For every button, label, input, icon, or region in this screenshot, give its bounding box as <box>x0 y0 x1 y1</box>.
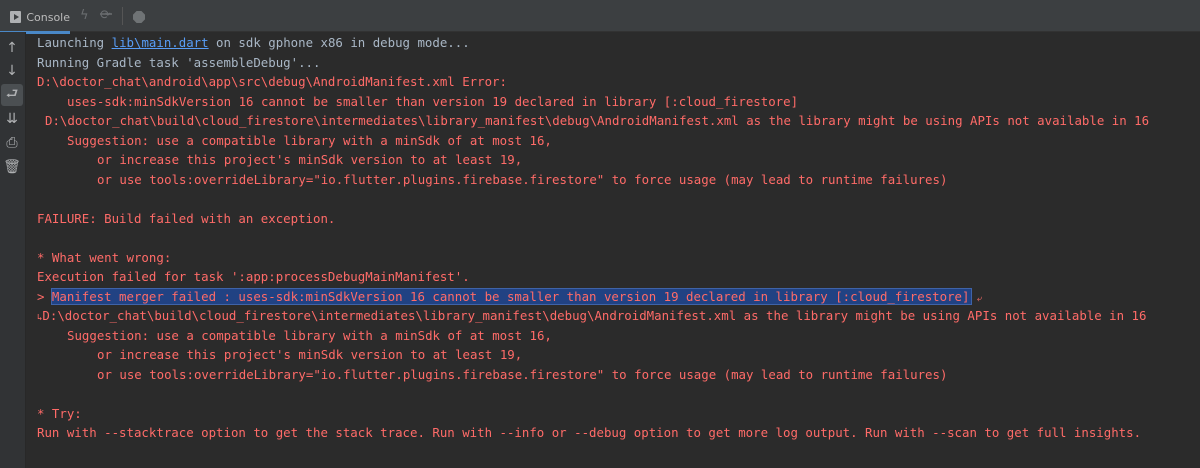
console-line-increase: or increase this project's minSdk versio… <box>97 152 523 167</box>
console-line-execution-failed: Execution failed for task ':app:processD… <box>37 269 470 284</box>
merger-prefix: > <box>37 288 52 304</box>
console-line-gradle: Running Gradle task 'assembleDebug'... <box>37 54 321 70</box>
soft-wrap-icon[interactable]: ⮐ <box>1 84 23 106</box>
console-icon <box>10 11 22 23</box>
console-line-failure: FAILURE: Build failed with an exception. <box>37 210 336 226</box>
tab-console-label: Console <box>26 10 70 24</box>
console-line-merger-failed: > Manifest merger failed : uses-sdk:minS… <box>37 287 982 306</box>
selected-text[interactable]: Manifest merger failed : uses-sdk:minSdk… <box>50 287 973 305</box>
console-line-override-2: or use tools:overrideLibrary="io.flutter… <box>97 366 948 382</box>
console-line-suggestion: Suggestion: use a compatible library wit… <box>67 132 552 148</box>
console-line-what-went-wrong: * What went wrong: <box>37 249 172 265</box>
console-line-suggestion-2: Suggestion: use a compatible library wit… <box>67 327 552 343</box>
launch-suffix: on sdk gphone x86 in debug mode... <box>208 35 470 50</box>
main-dart-link[interactable]: lib\main.dart <box>112 35 209 50</box>
scroll-to-end-icon[interactable]: ⇊ <box>1 108 23 130</box>
soft-wrap-marker-icon: ⤶ <box>971 293 982 304</box>
console-line-run-with: Run with --stacktrace option to get the … <box>37 425 1142 440</box>
console-line-increase-2: or increase this project's minSdk versio… <box>97 347 523 362</box>
library-manifest-text: D:\doctor_chat\build\cloud_firestore\int… <box>42 308 1147 323</box>
arrow-up-icon[interactable]: ↑ <box>1 37 23 59</box>
print-icon[interactable]: ⎙ <box>1 132 23 154</box>
launch-prefix: Launching <box>37 35 112 50</box>
arrow-down-icon[interactable]: ↓ <box>1 60 23 82</box>
lightning-icon[interactable]: ϟ <box>80 9 89 23</box>
toolbar-separator <box>122 7 123 25</box>
console-line-library-manifest-2: ↳D:\doctor_chat\build\cloud_firestore\in… <box>37 306 1146 325</box>
tool-window-header: Console ϟ ⟳ <box>0 0 1200 34</box>
console-line-library-manifest: D:\doctor_chat\build\cloud_firestore\int… <box>45 113 1150 128</box>
console-line-override: or use tools:overrideLibrary="io.flutter… <box>97 171 948 187</box>
console-output[interactable]: Launching lib\main.dart on sdk gphone x8… <box>37 33 1197 463</box>
console-line-uses-sdk: uses-sdk:minSdkVersion 16 cannot be smal… <box>67 93 799 109</box>
console-line-manifest-error: D:\doctor_chat\android\app\src\debug\And… <box>37 74 507 89</box>
console-line-launching: Launching lib\main.dart on sdk gphone x8… <box>37 33 470 52</box>
trash-icon[interactable]: 🗑 <box>1 156 23 178</box>
tab-console[interactable]: Console <box>0 0 70 34</box>
reload-icon[interactable]: ⟳ <box>100 9 111 23</box>
console-side-toolbar: ↑ ↓ ⮐ ⇊ ⎙ 🗑 <box>0 32 26 468</box>
console-line-try: * Try: <box>37 405 82 421</box>
stop-icon[interactable] <box>133 11 145 23</box>
